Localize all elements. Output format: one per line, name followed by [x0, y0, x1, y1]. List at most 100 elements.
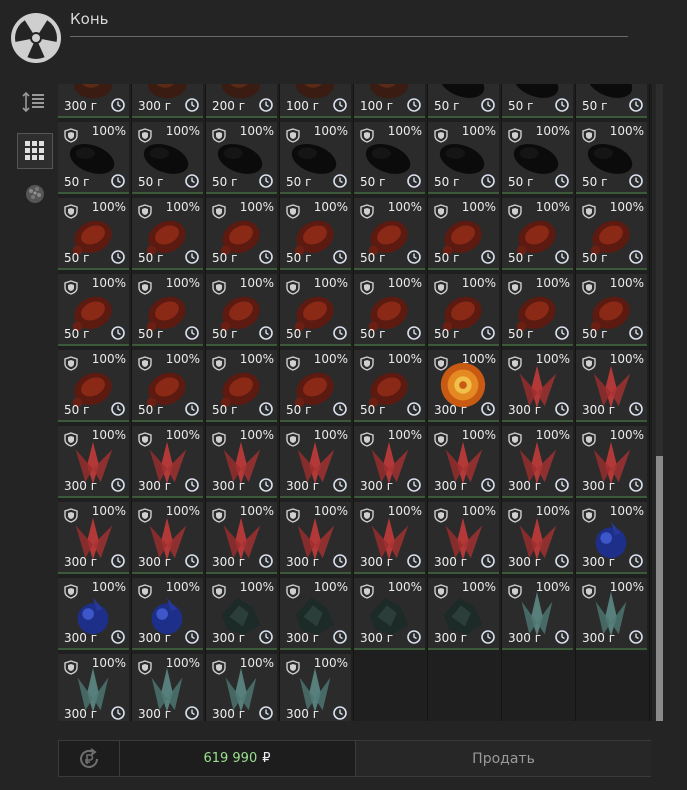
inventory-item[interactable]: 100% 50 г [354, 198, 425, 270]
item-price: 50 г [360, 175, 386, 189]
inventory-item[interactable]: 100% 300 г [58, 578, 129, 650]
inventory-item[interactable]: 100% 50 г [576, 122, 647, 194]
inventory-item[interactable]: 100% 50 г [280, 198, 351, 270]
inventory-item[interactable]: 100% 300 г [354, 426, 425, 498]
inventory-item[interactable]: 100% 50 г [206, 198, 277, 270]
inventory-item[interactable]: 100% 300 г [576, 578, 647, 650]
inventory-item[interactable]: 100% 300 г [280, 654, 351, 721]
inventory-item[interactable]: 100% 50 г [280, 274, 351, 346]
item-durability: 100% [91, 428, 126, 442]
item-durability: 100% [91, 580, 126, 594]
shield-icon [212, 432, 226, 447]
inventory-item[interactable]: 100% 50 г [502, 122, 573, 194]
inventory-item[interactable]: 50 г [502, 84, 573, 118]
inventory-item[interactable]: 100% 300 г [428, 350, 499, 422]
inventory-item[interactable]: 100% 300 г [502, 502, 573, 574]
item-price: 300 г [360, 479, 394, 493]
inventory-item[interactable]: 100% 50 г [58, 122, 129, 194]
inventory-item[interactable]: 100% 300 г [354, 578, 425, 650]
inventory-item[interactable]: 100% 50 г [132, 350, 203, 422]
inventory-item[interactable]: 100% 50 г [428, 122, 499, 194]
inventory-item[interactable]: 100% 300 г [428, 578, 499, 650]
item-durability: 100% [165, 276, 200, 290]
item-price: 300 г [360, 555, 394, 569]
inventory-item[interactable]: 100% 50 г [132, 274, 203, 346]
inventory-item[interactable]: 100% 300 г [502, 578, 573, 650]
inventory-item[interactable]: 100% 300 г [576, 350, 647, 422]
inventory-item[interactable]: 100% 300 г [58, 654, 129, 721]
inventory-item[interactable]: 100% 300 г [206, 578, 277, 650]
inventory-item[interactable]: 100% 50 г [502, 274, 573, 346]
inventory-item[interactable]: 100% 300 г [280, 578, 351, 650]
inventory-item[interactable]: 100% 300 г [206, 502, 277, 574]
shield-icon [286, 660, 300, 675]
clock-icon [629, 174, 643, 188]
inventory-item[interactable]: 100% 300 г [354, 502, 425, 574]
inventory-item[interactable]: 100% 50 г [502, 198, 573, 270]
refresh-button[interactable] [59, 741, 120, 776]
inventory-item[interactable]: 100% 50 г [354, 122, 425, 194]
item-price: 50 г [286, 175, 312, 189]
inventory-item[interactable]: 100% 300 г [576, 502, 647, 574]
inventory-item[interactable]: 100% 300 г [428, 426, 499, 498]
inventory-item[interactable]: 100% 300 г [132, 654, 203, 721]
inventory-item[interactable]: 100% 300 г [576, 426, 647, 498]
inventory-item[interactable]: 100% 300 г [58, 426, 129, 498]
inventory-item[interactable]: 100% 50 г [428, 198, 499, 270]
inventory-item[interactable]: 100% 50 г [576, 274, 647, 346]
inventory-item[interactable]: 100% 300 г [132, 502, 203, 574]
inventory-item[interactable]: 100% 300 г [206, 426, 277, 498]
balance-amount: 619 990 [203, 751, 258, 766]
inventory-item[interactable]: 100 г [280, 84, 351, 118]
inventory-item[interactable]: 100% 50 г [354, 350, 425, 422]
scrollbar-thumb[interactable] [656, 456, 663, 721]
clock-icon [185, 250, 199, 264]
item-price: 50 г [286, 403, 312, 417]
inventory-item[interactable]: 100% 50 г [58, 274, 129, 346]
sell-button[interactable]: Продать [355, 741, 651, 776]
inventory-item[interactable]: 100% 300 г [132, 426, 203, 498]
inventory-item[interactable]: 100% 50 г [206, 274, 277, 346]
shield-icon [360, 128, 374, 143]
item-durability: 100% [461, 124, 496, 138]
inventory-item[interactable]: 100% 50 г [58, 350, 129, 422]
inventory-item[interactable]: 50 г [428, 84, 499, 118]
inventory-item[interactable]: 200 г [206, 84, 277, 118]
sort-button[interactable] [17, 84, 53, 120]
inventory-item[interactable]: 100% 50 г [132, 122, 203, 194]
inventory-item[interactable]: 100% 300 г [280, 502, 351, 574]
inventory-item[interactable]: 100% 300 г [206, 654, 277, 721]
clock-icon [555, 98, 569, 112]
clock-icon [481, 174, 495, 188]
inventory-item[interactable]: 100% 50 г [132, 198, 203, 270]
inventory-item[interactable]: 100% 50 г [206, 350, 277, 422]
scrollbar[interactable] [656, 84, 663, 721]
item-price: 50 г [360, 403, 386, 417]
inventory-item[interactable]: 100% 300 г [502, 426, 573, 498]
artifact-filter-button[interactable] [17, 176, 53, 212]
inventory-item[interactable]: 100% 50 г [58, 198, 129, 270]
inventory-item[interactable]: 100% 50 г [280, 122, 351, 194]
balance-currency: ₽ [262, 751, 271, 766]
inventory-item[interactable]: 100% 50 г [576, 198, 647, 270]
shield-icon [286, 356, 300, 371]
inventory-item[interactable]: 300 г [132, 84, 203, 118]
inventory-item[interactable]: 100% 300 г [280, 426, 351, 498]
inventory-item[interactable]: 50 г [576, 84, 647, 118]
inventory-item[interactable]: 100% 300 г [58, 502, 129, 574]
item-price: 50 г [360, 251, 386, 265]
inventory-item[interactable]: 100 г [354, 84, 425, 118]
inventory-item[interactable]: 300 г [58, 84, 129, 118]
inventory-item[interactable]: 100% 50 г [206, 122, 277, 194]
inventory-item[interactable]: 100% 300 г [502, 350, 573, 422]
item-durability: 100% [91, 504, 126, 518]
inventory-item[interactable]: 100% 50 г [354, 274, 425, 346]
clock-icon [111, 98, 125, 112]
inventory-item[interactable]: 100% 300 г [428, 502, 499, 574]
item-durability: 100% [91, 200, 126, 214]
item-price: 300 г [64, 479, 98, 493]
inventory-item[interactable]: 100% 300 г [132, 578, 203, 650]
inventory-item[interactable]: 100% 50 г [280, 350, 351, 422]
inventory-item[interactable]: 100% 50 г [428, 274, 499, 346]
grid-view-button[interactable] [17, 133, 53, 169]
